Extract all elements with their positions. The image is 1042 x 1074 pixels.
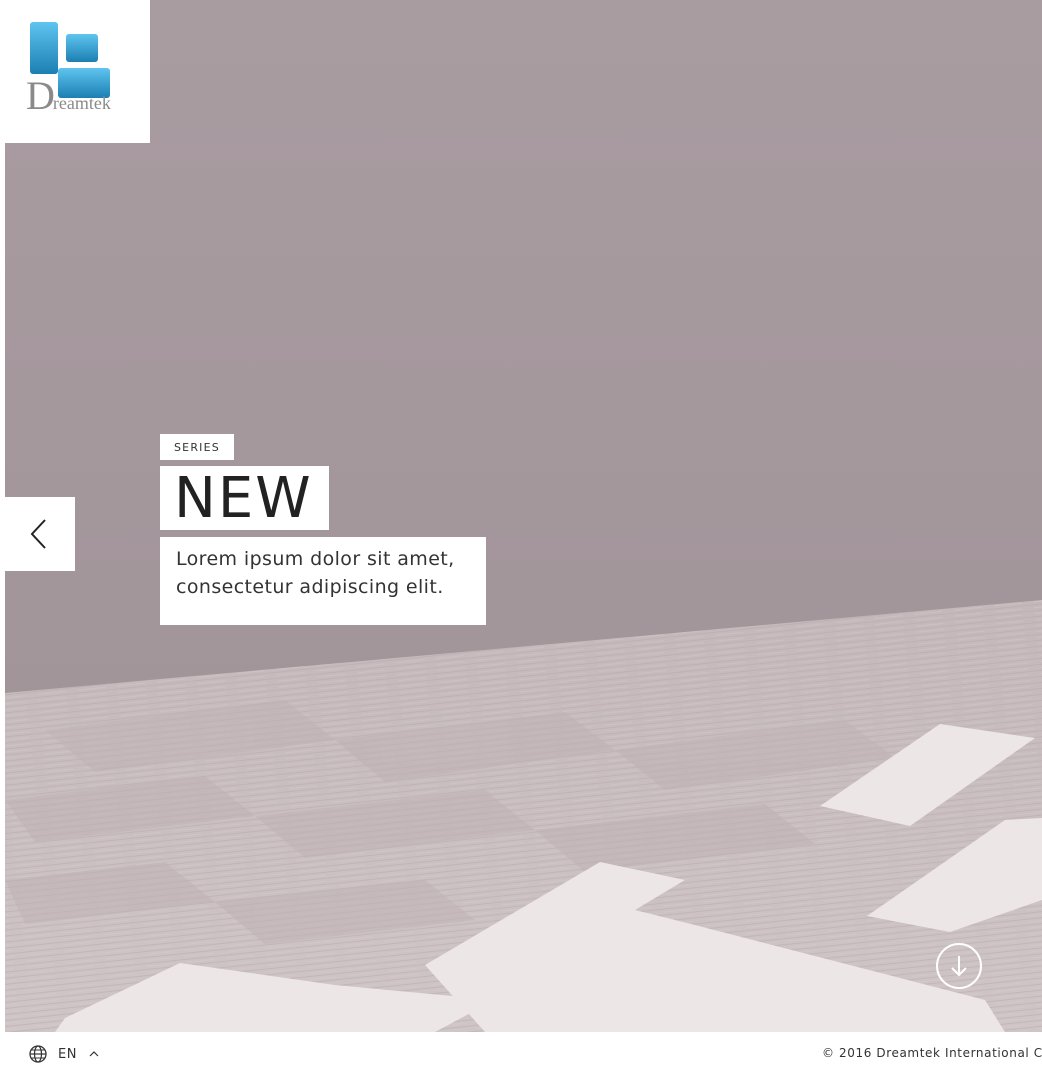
scroll-down-button[interactable]: [936, 943, 982, 989]
hero-description-line1: Lorem ipsum dolor sit amet,: [176, 548, 455, 570]
hero-description: Lorem ipsum dolor sit amet, consectetur …: [160, 537, 486, 625]
previous-slide-button[interactable]: [5, 497, 75, 571]
chevron-up-icon: [89, 1051, 99, 1057]
arrow-down-circle-icon: [936, 943, 982, 989]
language-selector[interactable]: EN: [28, 1044, 99, 1064]
hero-description-line2: consectetur adipiscing elit.: [176, 576, 444, 598]
language-code: EN: [58, 1046, 77, 1062]
footer: EN © 2016 Dreamtek International Cor: [0, 1032, 1042, 1074]
series-tag: SERIES: [160, 434, 234, 460]
copyright-text: © 2016 Dreamtek International Cor: [822, 1046, 1042, 1060]
logo[interactable]: Dreamtek: [0, 0, 150, 143]
logo-wordmark: Dreamtek: [26, 73, 111, 118]
chevron-left-icon: [30, 519, 46, 549]
hero-title: NEW: [160, 466, 329, 531]
globe-icon: [29, 1045, 47, 1063]
